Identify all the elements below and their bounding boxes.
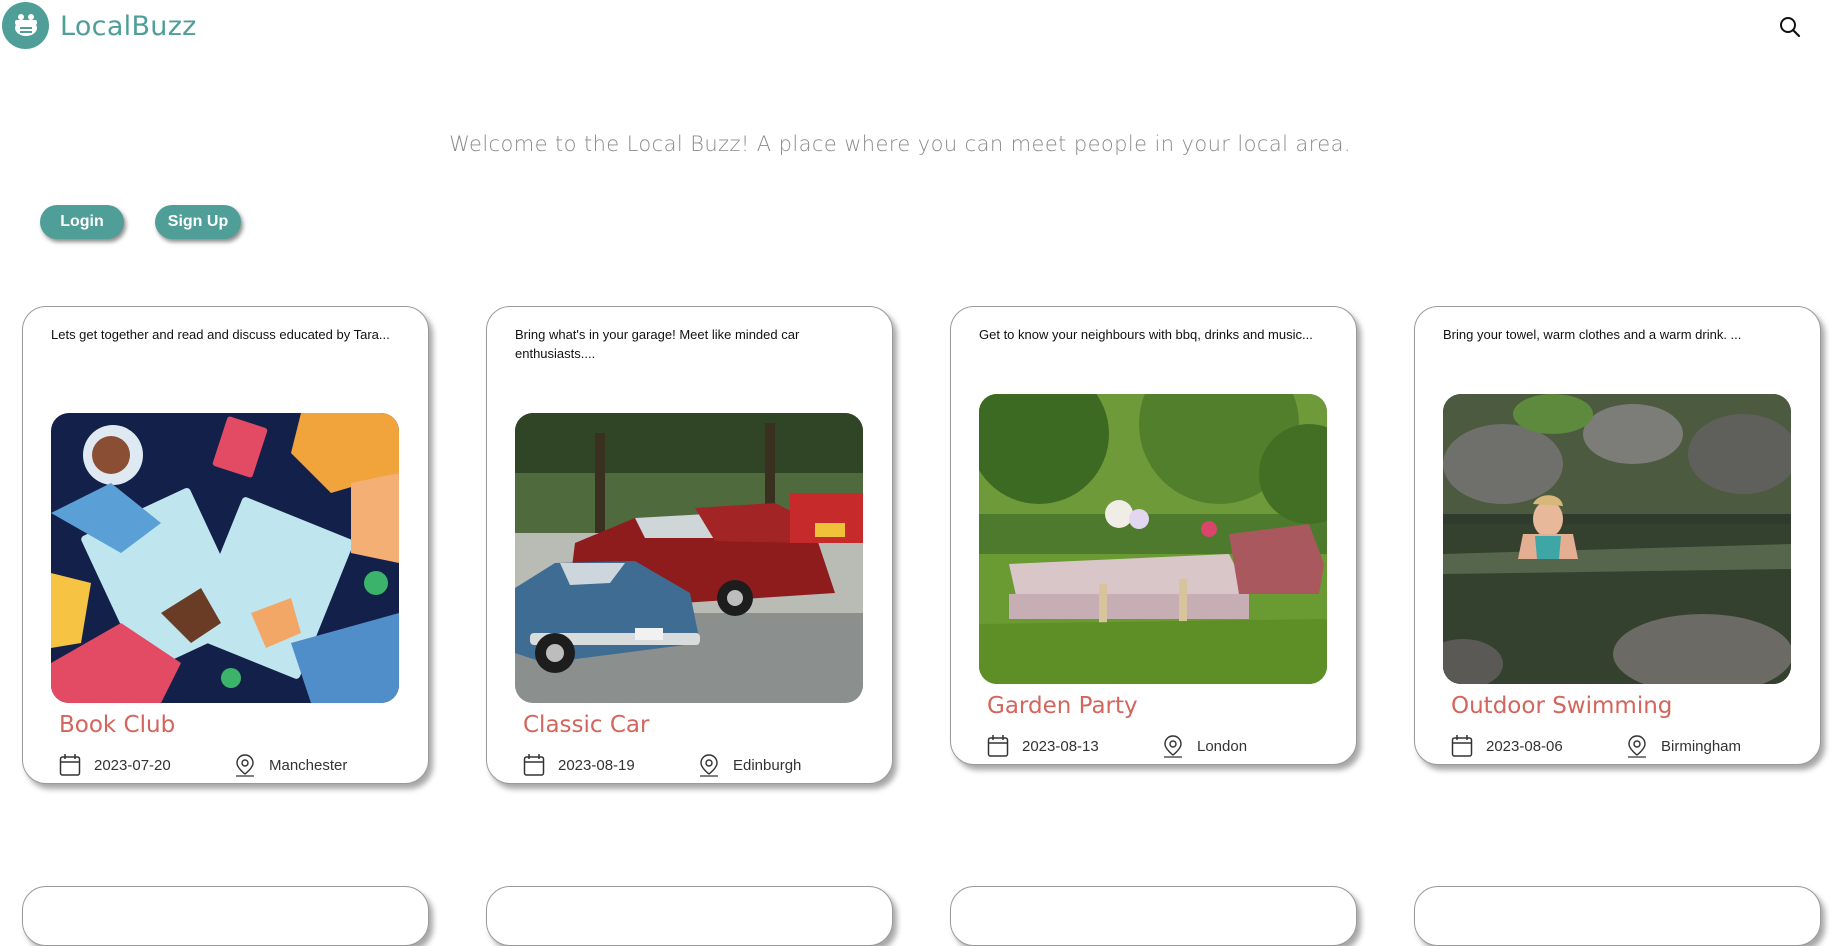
brand-name[interactable]: LocalBuzz — [60, 11, 197, 42]
event-title[interactable]: Outdoor Swimming — [1451, 693, 1672, 719]
location-pin-icon — [1628, 735, 1646, 758]
welcome-message: Welcome to the Local Buzz! A place where… — [449, 132, 1351, 156]
book-club-image — [51, 413, 399, 703]
event-card-book-club[interactable]: Lets get together and read and discuss e… — [22, 306, 429, 784]
event-location: Manchester — [269, 757, 348, 774]
classic-car-image — [515, 413, 863, 703]
event-meta: 2023-07-20 Manchester — [59, 753, 399, 779]
event-title[interactable]: Book Club — [59, 712, 175, 738]
event-date: 2023-08-13 — [1022, 738, 1099, 755]
event-location: Edinburgh — [733, 757, 802, 774]
event-meta: 2023-08-06 Birmingham — [1451, 734, 1791, 760]
search-icon — [1780, 17, 1801, 38]
signup-button[interactable]: Sign Up — [155, 205, 241, 239]
event-card-partial[interactable] — [1414, 886, 1821, 946]
event-card-classic-car[interactable]: Bring what's in your garage! Meet like m… — [486, 306, 893, 784]
event-location: London — [1197, 738, 1248, 755]
event-description: Get to know your neighbours with bbq, dr… — [979, 327, 1313, 342]
event-meta: 2023-08-19 Edinburgh — [523, 753, 863, 779]
event-description: Bring your towel, warm clothes and a war… — [1443, 327, 1742, 342]
login-button[interactable]: Login — [40, 205, 124, 239]
event-date: 2023-07-20 — [94, 757, 171, 774]
location-pin-icon — [236, 754, 254, 777]
event-card-partial[interactable] — [950, 886, 1357, 946]
search-button[interactable] — [1776, 13, 1804, 41]
logo-icon[interactable] — [2, 2, 49, 49]
event-card-partial[interactable] — [22, 886, 429, 946]
location-pin-icon — [1164, 735, 1182, 758]
event-description: Lets get together and read and discuss e… — [51, 327, 390, 342]
event-meta: 2023-08-13 London — [987, 734, 1327, 760]
event-date: 2023-08-06 — [1486, 738, 1563, 755]
site-header: LocalBuzz — [0, 0, 1837, 56]
event-card-partial[interactable] — [486, 886, 893, 946]
location-pin-icon — [700, 754, 718, 777]
calendar-icon — [523, 754, 545, 776]
event-card-garden-party[interactable]: Get to know your neighbours with bbq, dr… — [950, 306, 1357, 765]
event-title[interactable]: Classic Car — [523, 712, 649, 738]
outdoor-swimming-image — [1443, 394, 1791, 684]
event-date: 2023-08-19 — [558, 757, 635, 774]
event-card-outdoor-swimming[interactable]: Bring your towel, warm clothes and a war… — [1414, 306, 1821, 765]
garden-party-image — [979, 394, 1327, 684]
event-description: Bring what's in your garage! Meet like m… — [515, 327, 800, 361]
calendar-icon — [1451, 735, 1473, 757]
calendar-icon — [987, 735, 1009, 757]
calendar-icon — [59, 754, 81, 776]
event-title[interactable]: Garden Party — [987, 693, 1138, 719]
event-location: Birmingham — [1661, 738, 1742, 755]
